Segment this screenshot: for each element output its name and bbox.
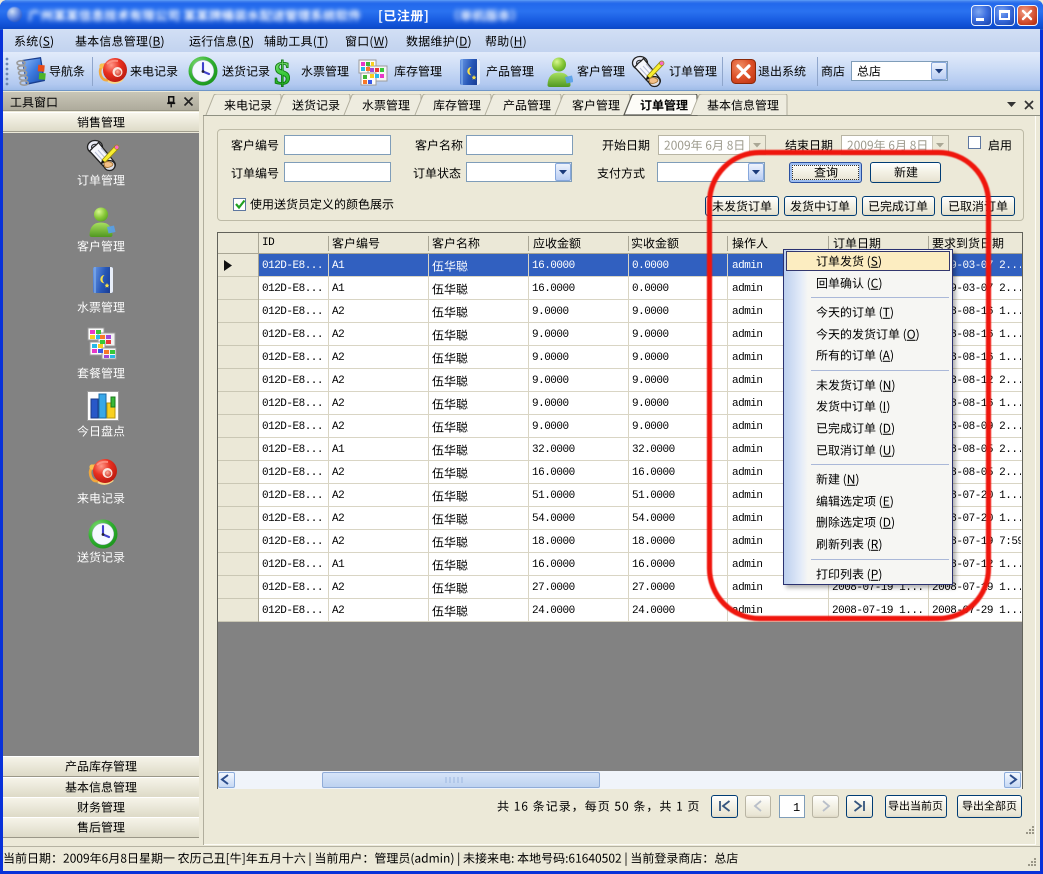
svg-text:$: $ xyxy=(274,56,291,88)
